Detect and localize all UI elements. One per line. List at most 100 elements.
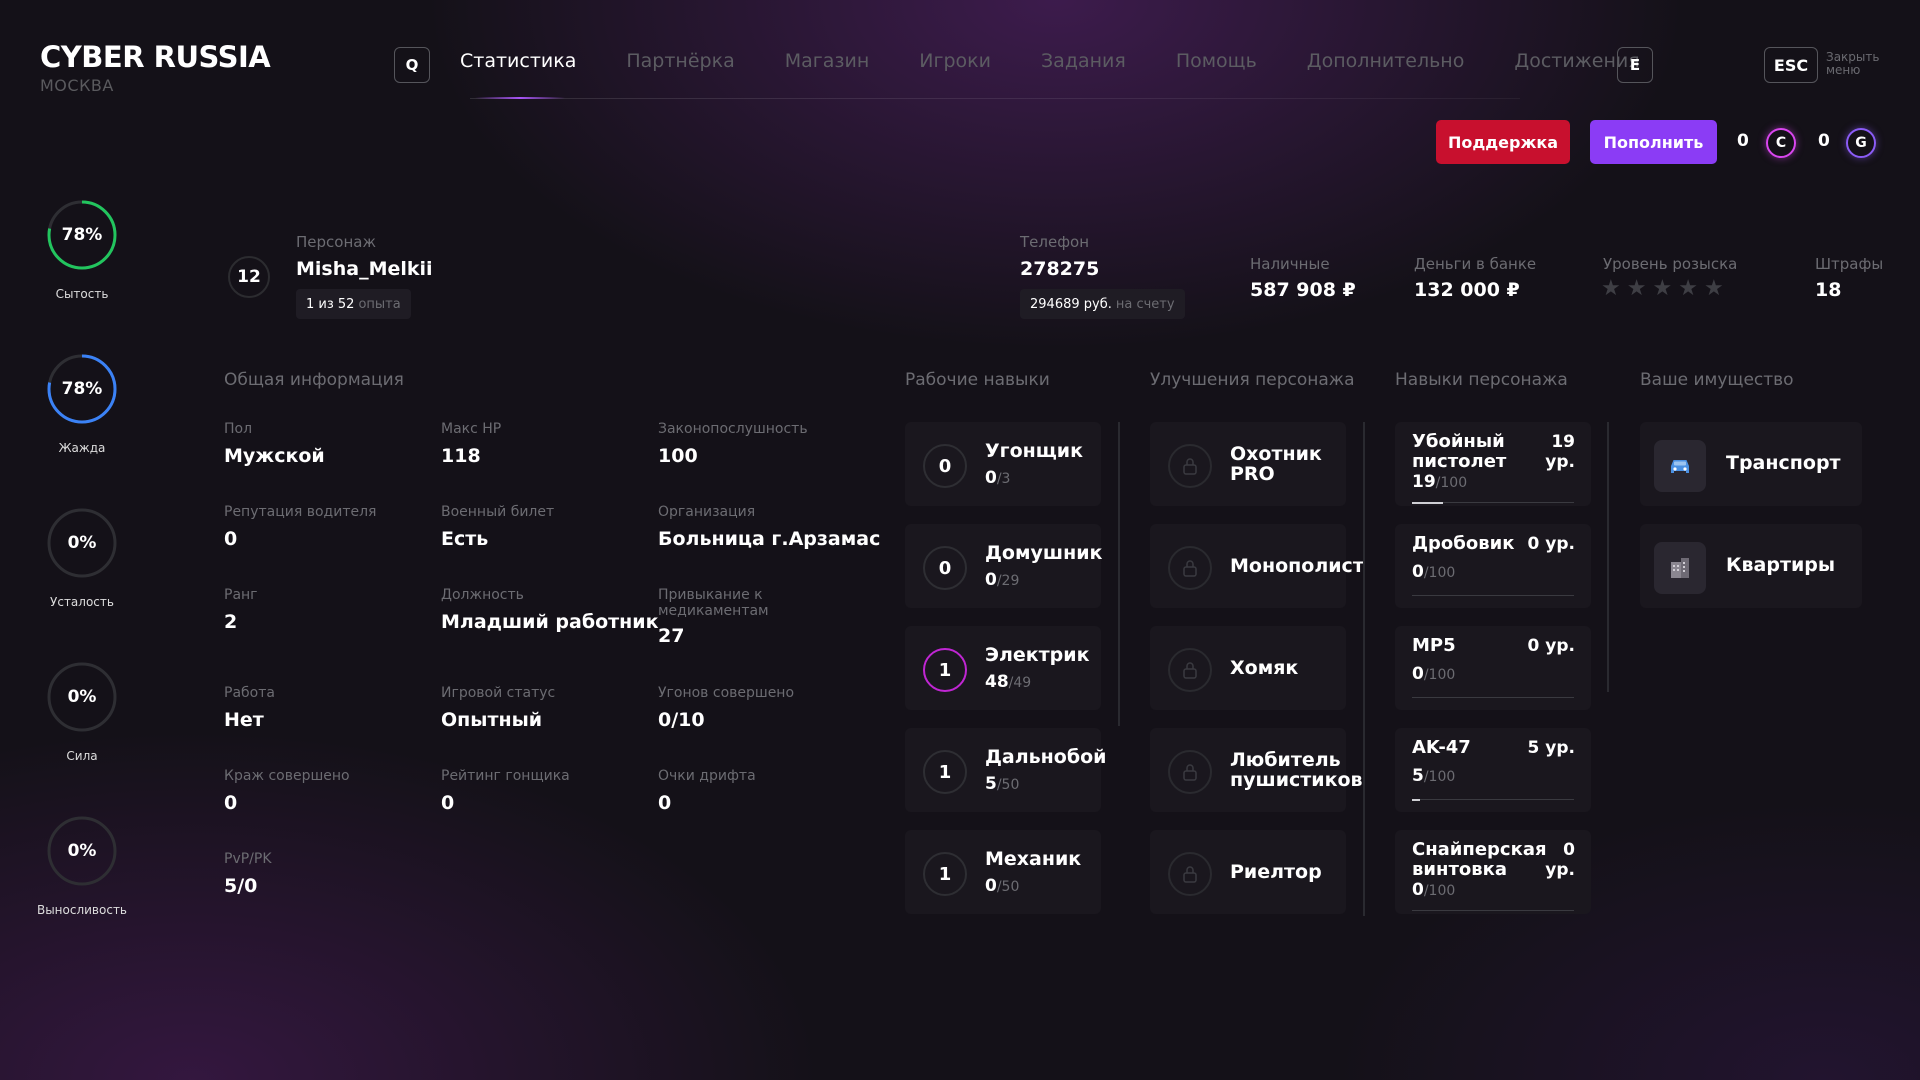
support-button[interactable]: Поддержка <box>1436 120 1570 164</box>
work-skill-card[interactable]: 0 Угонщик 0/3 <box>905 422 1101 506</box>
upgrade-card[interactable]: Любитель пушистиков <box>1150 728 1363 812</box>
weapon-max: /100 <box>1435 475 1468 491</box>
info-value: Опытный <box>441 709 543 731</box>
weapon-progress: 0/100 <box>1412 664 1455 684</box>
weapon-skill-card[interactable]: Убойный пистолет 19 ур. 19/100 <box>1395 422 1591 506</box>
exp-pill: 1 из 52 опыта <box>296 289 411 319</box>
info-value: 0 <box>224 792 238 814</box>
upgrade-name: Хомяк <box>1230 658 1298 678</box>
weapon-skill-card[interactable]: Дробовик 0 ур. 0/100 <box>1395 524 1591 608</box>
property-name: Квартиры <box>1726 554 1836 576</box>
scroll-track[interactable] <box>1118 422 1120 726</box>
info-item: Законопослушность 100 <box>658 421 858 467</box>
skill-max: /50 <box>996 777 1020 793</box>
need-value: 0% <box>67 533 97 553</box>
weapon-skill-card[interactable]: MP5 0 ур. 0/100 <box>1395 626 1591 710</box>
key-q-hint[interactable]: Q <box>394 47 430 83</box>
tab-statistics[interactable]: Статистика <box>460 50 576 72</box>
upgrade-card[interactable]: Охотник PRO <box>1150 422 1346 506</box>
weapon-level: 19 ур. <box>1545 432 1575 472</box>
upgrade-name: Любитель пушистиков <box>1230 750 1363 790</box>
upgrade-card[interactable]: Монополист <box>1150 524 1364 608</box>
weapon-progress-bar <box>1412 910 1574 911</box>
need-ring: 78% <box>46 353 118 425</box>
character-label: Персонаж <box>296 233 376 251</box>
need-label: Усталость <box>50 595 114 609</box>
weapon-name-line1: Убойный <box>1412 431 1505 452</box>
info-label: Репутация водителя <box>224 504 377 520</box>
weapon-name-line1: Дробовик <box>1412 533 1515 554</box>
tab-additional[interactable]: Дополнительно <box>1307 50 1465 72</box>
tab-shop[interactable]: Магазин <box>785 50 870 72</box>
upgrade-card[interactable]: Хомяк <box>1150 626 1346 710</box>
topup-button[interactable]: Пополнить <box>1590 120 1717 164</box>
work-skill-card[interactable]: 1 Дальнобой 5/50 <box>905 728 1107 812</box>
skill-progress: 5/50 <box>985 774 1019 794</box>
fines-value: 18 <box>1815 279 1842 301</box>
tab-partner[interactable]: Партнёрка <box>626 50 734 72</box>
tab-tasks[interactable]: Задания <box>1041 50 1126 72</box>
work-skill-card[interactable]: 1 Механик 0/50 <box>905 830 1101 914</box>
info-label: Законопослушность <box>658 421 808 437</box>
skill-level-badge: 1 <box>923 750 967 794</box>
weapon-progress-bar <box>1412 501 1574 504</box>
scroll-track[interactable] <box>1607 422 1609 692</box>
info-label: Ранг <box>224 587 258 603</box>
need-value: 0% <box>67 841 97 861</box>
tab-help[interactable]: Помощь <box>1176 50 1257 72</box>
info-label: Краж совершено <box>224 768 350 784</box>
close-menu-label[interactable]: Закрыть меню <box>1826 51 1879 77</box>
wanted-stars: ★ ★ ★ ★ ★ <box>1601 276 1724 301</box>
info-label: Пол <box>224 421 253 437</box>
section-property-title: Ваше имущество <box>1640 370 1794 390</box>
currency-g-amount: 0 <box>1818 131 1830 151</box>
bank-value: 132 000 ₽ <box>1414 279 1520 301</box>
info-value: Мужской <box>224 445 325 467</box>
work-skill-card[interactable]: 0 Домушник 0/29 <box>905 524 1102 608</box>
info-value: 0 <box>224 528 238 550</box>
upgrade-card[interactable]: Риелтор <box>1150 830 1346 914</box>
weapon-progress: 19/100 <box>1412 472 1467 492</box>
weapon-name-line2: пистолет <box>1412 451 1507 472</box>
logo-city: МОСКВА <box>40 76 114 95</box>
lock-icon <box>1168 546 1212 590</box>
work-skill-card[interactable]: 1 Электрик 48/49 <box>905 626 1101 710</box>
property-card[interactable]: Квартиры <box>1640 524 1862 608</box>
star-icon: ★ <box>1678 276 1698 301</box>
phone-label: Телефон <box>1020 233 1090 251</box>
star-icon: ★ <box>1652 276 1673 301</box>
skill-max: /50 <box>996 879 1020 895</box>
weapon-skill-card[interactable]: Снайперская винтовка 0 ур. 0/100 <box>1395 830 1591 914</box>
skill-progress: 48/49 <box>985 672 1031 692</box>
upgrade-name-line2: PRO <box>1230 463 1275 485</box>
weapon-max: /100 <box>1423 769 1456 785</box>
info-label: Рейтинг гонщика <box>441 768 570 784</box>
weapon-skill-card[interactable]: AK-47 5 ур. 5/100 <box>1395 728 1591 812</box>
section-upgrades-title: Улучшения персонажа <box>1150 370 1355 390</box>
star-icon: ★ <box>1601 276 1621 301</box>
weapon-name: MP5 <box>1412 636 1456 656</box>
key-e-hint[interactable]: E <box>1617 47 1653 83</box>
scroll-track[interactable] <box>1363 422 1365 916</box>
info-value: 0 <box>658 792 672 814</box>
skill-progress: 0/3 <box>985 468 1010 488</box>
phone-balance-suffix: на счету <box>1115 296 1175 312</box>
info-item: Привыкание к медикаментам 27 <box>658 587 858 647</box>
info-label: Должность <box>441 587 524 603</box>
skill-level-badge: 1 <box>923 648 967 692</box>
skill-progress: 0/50 <box>985 876 1019 896</box>
currency-c-icon: C <box>1766 128 1796 158</box>
upgrade-name-line2: пушистиков <box>1230 769 1363 791</box>
info-label: Организация <box>658 504 756 520</box>
weapon-level: 0 ур. <box>1545 840 1575 880</box>
upgrade-name-line1: Хомяк <box>1230 657 1299 679</box>
tab-players[interactable]: Игроки <box>919 50 991 72</box>
weapon-max: /100 <box>1423 883 1456 899</box>
esc-button[interactable]: ESC <box>1764 47 1818 83</box>
skill-name: Механик <box>985 848 1082 870</box>
fines-label: Штрафы <box>1815 255 1884 273</box>
skill-max: /3 <box>996 471 1011 487</box>
need-label: Жажда <box>58 441 106 455</box>
property-card[interactable]: Транспорт <box>1640 422 1862 506</box>
need-value: 0% <box>67 687 97 707</box>
